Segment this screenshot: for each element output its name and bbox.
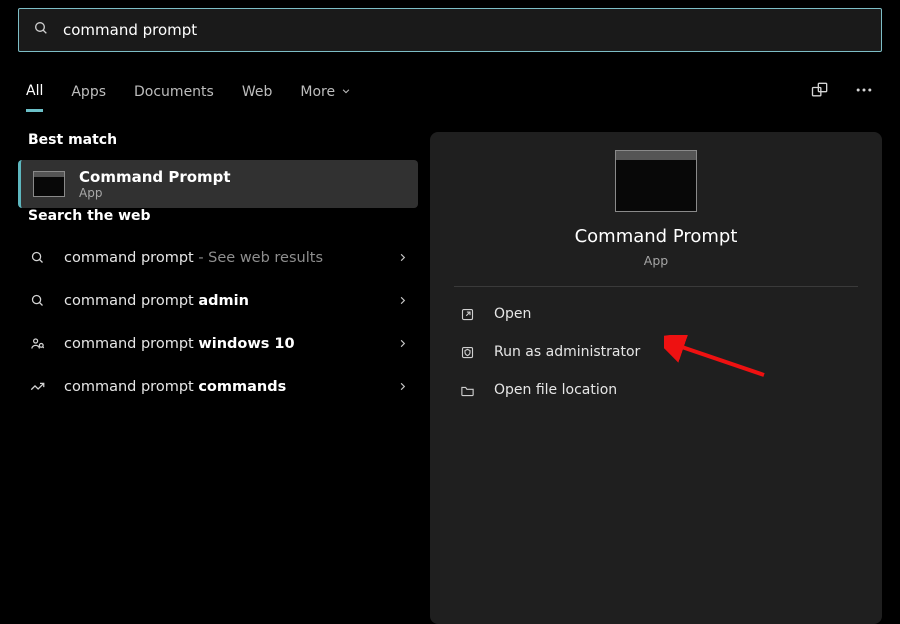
tab-more[interactable]: More <box>300 84 351 110</box>
command-prompt-icon <box>615 150 697 212</box>
best-match-result[interactable]: Command Prompt App <box>18 160 418 208</box>
results-column: Best match Command Prompt App Search the… <box>18 132 418 624</box>
chevron-down-icon <box>341 84 351 100</box>
action-open[interactable]: Open <box>454 295 858 333</box>
preview-subtitle: App <box>644 253 668 268</box>
share-icon[interactable] <box>810 80 830 114</box>
open-icon <box>458 307 476 322</box>
action-open-file-location[interactable]: Open file location <box>454 371 858 409</box>
chevron-right-icon <box>397 377 408 396</box>
action-label: Open <box>494 306 531 322</box>
shield-icon <box>458 345 476 360</box>
tab-apps[interactable]: Apps <box>71 84 106 110</box>
chevron-right-icon <box>397 291 408 310</box>
web-suggestion-label: command prompt windows 10 <box>64 336 379 352</box>
web-suggestion[interactable]: command prompt - See web results <box>18 236 418 279</box>
web-suggestion[interactable]: command prompt commands <box>18 365 418 408</box>
filter-tabs: All Apps Documents Web More <box>18 80 882 114</box>
more-options-icon[interactable] <box>854 80 874 114</box>
chevron-right-icon <box>397 334 408 353</box>
tab-documents[interactable]: Documents <box>134 84 214 110</box>
preview-title: Command Prompt <box>575 226 738 247</box>
search-web-heading: Search the web <box>28 208 418 224</box>
web-suggestion-label: command prompt - See web results <box>64 250 379 266</box>
search-icon <box>28 250 46 265</box>
command-prompt-icon <box>33 171 65 197</box>
folder-icon <box>458 383 476 398</box>
tab-more-label: More <box>300 84 335 100</box>
search-bar[interactable] <box>18 8 882 52</box>
tab-all[interactable]: All <box>26 83 43 112</box>
web-suggestion[interactable]: command prompt windows 10 <box>18 322 418 365</box>
web-suggestion-label: command prompt commands <box>64 379 379 395</box>
search-input[interactable] <box>63 21 867 39</box>
best-match-subtitle: App <box>79 186 231 200</box>
person-search-icon <box>28 336 46 351</box>
action-label: Run as administrator <box>494 344 640 360</box>
search-icon <box>28 293 46 308</box>
trending-icon <box>28 379 46 394</box>
web-suggestion-label: command prompt admin <box>64 293 379 309</box>
search-icon <box>33 20 49 40</box>
best-match-title: Command Prompt <box>79 168 231 186</box>
action-run-as-administrator[interactable]: Run as administrator <box>454 333 858 371</box>
web-suggestion[interactable]: command prompt admin <box>18 279 418 322</box>
best-match-heading: Best match <box>28 132 418 148</box>
action-label: Open file location <box>494 382 617 398</box>
tab-web[interactable]: Web <box>242 84 273 110</box>
preview-panel: Command Prompt App Open Run as administr… <box>430 132 882 624</box>
chevron-right-icon <box>397 248 408 267</box>
